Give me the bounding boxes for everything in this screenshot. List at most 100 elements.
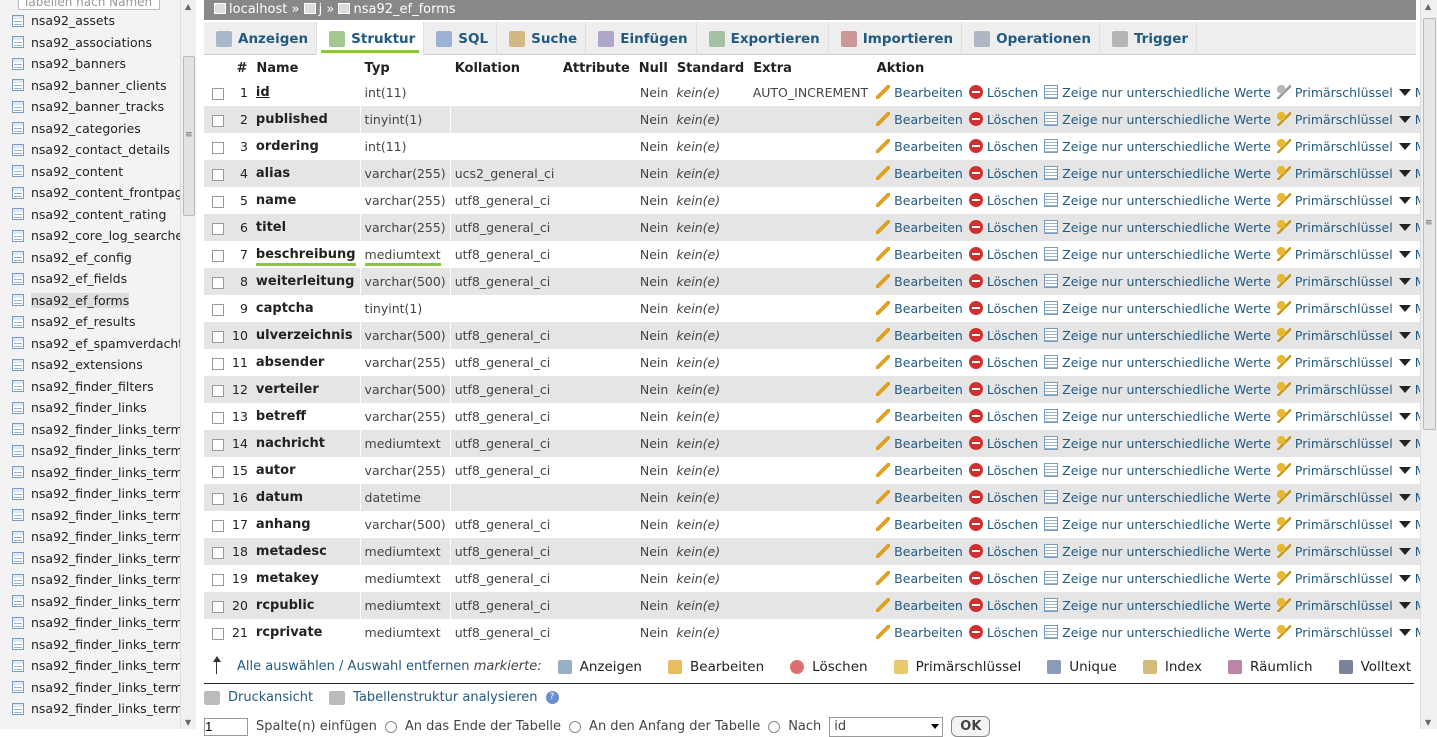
at-end-radio[interactable]	[384, 720, 397, 733]
distinct-link[interactable]: Zeige nur unterschiedliche Werte	[1044, 220, 1271, 235]
distinct-link[interactable]: Zeige nur unterschiedliche Werte	[1044, 436, 1271, 451]
scroll-down-icon[interactable]: ▼	[1425, 718, 1431, 727]
edit-link[interactable]: Bearbeiten	[876, 274, 963, 289]
edit-link[interactable]: Bearbeiten	[876, 166, 963, 181]
table-icon[interactable]	[12, 57, 24, 70]
nav-table-item[interactable]: nsa92_banner_clients	[12, 75, 180, 97]
nav-table-label[interactable]: nsa92_ef_forms	[31, 292, 130, 308]
primary-key-link[interactable]: Primärschlüssel	[1276, 409, 1393, 424]
nav-table-label[interactable]: nsa92_content_frontpage	[31, 185, 180, 200]
tab-sql[interactable]: SQL	[424, 22, 498, 55]
table-icon[interactable]	[12, 186, 24, 199]
table-icon[interactable]	[12, 208, 24, 221]
help-icon[interactable]: ?	[545, 691, 559, 704]
primary-key-link[interactable]: Primärschlüssel	[1276, 382, 1393, 397]
edit-link[interactable]: Bearbeiten	[876, 247, 963, 262]
distinct-link[interactable]: Zeige nur unterschiedliche Werte	[1044, 463, 1271, 478]
nav-table-label[interactable]: nsa92_finder_links_terms7	[31, 572, 180, 587]
edit-link[interactable]: Bearbeiten	[876, 220, 963, 235]
primary-key-link[interactable]: Primärschlüssel	[1276, 112, 1393, 127]
select-all-link[interactable]: Alle auswählen / Auswahl entfernen	[237, 659, 470, 674]
tab-operationen[interactable]: Operationen	[962, 22, 1100, 55]
nav-table-item[interactable]: nsa92_ef_forms	[12, 290, 180, 312]
distinct-link[interactable]: Zeige nur unterschiedliche Werte	[1044, 85, 1271, 100]
table-icon[interactable]	[12, 552, 24, 565]
edit-link[interactable]: Bearbeiten	[876, 85, 963, 100]
row-checkbox[interactable]	[212, 330, 224, 343]
primary-key-link[interactable]: Primärschlüssel	[1276, 274, 1393, 289]
primary-key-link[interactable]: Primärschlüssel	[1276, 436, 1393, 451]
delete-link[interactable]: Löschen	[968, 544, 1038, 559]
table-icon[interactable]	[12, 165, 24, 178]
nav-table-item[interactable]: nsa92_contact_details	[12, 139, 180, 161]
nav-table-item[interactable]: nsa92_ef_spamverdacht	[12, 333, 180, 355]
breadcrumb-database[interactable]: j	[319, 2, 323, 17]
nav-table-label[interactable]: nsa92_contact_details	[31, 142, 170, 157]
delete-link[interactable]: Löschen	[968, 328, 1038, 343]
primary-key-link[interactable]: Primärschlüssel	[1276, 247, 1393, 262]
primary-key-link[interactable]: Primärschlüssel	[1276, 571, 1393, 586]
table-icon[interactable]	[12, 681, 24, 694]
row-checkbox[interactable]	[212, 411, 224, 424]
nav-table-item[interactable]: nsa92_finder_links_terms4	[12, 505, 180, 527]
nav-table-label[interactable]: nsa92_finder_links_terms8	[31, 594, 180, 609]
table-icon[interactable]	[12, 337, 24, 350]
bulk-anzeigen-button[interactable]: Anzeigen	[557, 659, 642, 675]
nav-table-item[interactable]: nsa92_assets	[12, 10, 180, 32]
row-checkbox[interactable]	[212, 141, 224, 154]
row-checkbox[interactable]	[212, 222, 224, 235]
table-icon[interactable]	[12, 401, 24, 414]
nav-table-item[interactable]: nsa92_finder_links_terms8	[12, 591, 180, 613]
delete-link[interactable]: Löschen	[968, 355, 1038, 370]
table-icon[interactable]	[12, 509, 24, 522]
distinct-link[interactable]: Zeige nur unterschiedliche Werte	[1044, 490, 1271, 505]
nav-table-label[interactable]: nsa92_extensions	[31, 357, 143, 372]
nav-table-label[interactable]: nsa92_categories	[31, 121, 141, 136]
table-icon[interactable]	[12, 616, 24, 629]
nav-table-label[interactable]: nsa92_banner_tracks	[31, 99, 164, 114]
row-checkbox[interactable]	[212, 492, 224, 505]
nav-table-label[interactable]: nsa92_associations	[31, 35, 152, 50]
nav-table-label[interactable]: nsa92_ef_fields	[31, 271, 127, 286]
table-icon[interactable]	[12, 358, 24, 371]
edit-link[interactable]: Bearbeiten	[876, 112, 963, 127]
primary-key-link[interactable]: Primärschlüssel	[1276, 544, 1393, 559]
breadcrumb-server[interactable]: localhost	[229, 2, 287, 17]
row-checkbox[interactable]	[212, 627, 224, 640]
delete-link[interactable]: Löschen	[968, 274, 1038, 289]
nav-table-item[interactable]: nsa92_finder_links_termst	[12, 419, 180, 441]
primary-key-link[interactable]: Primärschlüssel	[1276, 166, 1393, 181]
nav-table-label[interactable]: nsa92_ef_spamverdacht	[31, 336, 180, 351]
edit-link[interactable]: Bearbeiten	[876, 490, 963, 505]
edit-link[interactable]: Bearbeiten	[876, 436, 963, 451]
nav-table-label[interactable]: nsa92_content	[31, 164, 123, 179]
bulk-unique-button[interactable]: Unique	[1047, 659, 1117, 675]
tab-importieren[interactable]: Importieren	[829, 22, 963, 55]
nav-table-label[interactable]: nsa92_core_log_searches	[31, 228, 180, 243]
nav-table-item[interactable]: nsa92_finder_links_termsb	[12, 655, 180, 677]
edit-link[interactable]: Bearbeiten	[876, 463, 963, 478]
at-start-radio[interactable]	[569, 720, 582, 733]
bulk-räumlich-button[interactable]: Räumlich	[1228, 659, 1313, 675]
table-icon[interactable]	[12, 79, 24, 92]
row-checkbox[interactable]	[212, 249, 224, 262]
nav-table-label[interactable]: nsa92_finder_links_terms	[31, 443, 180, 458]
distinct-link[interactable]: Zeige nur unterschiedliche Werte	[1044, 598, 1271, 613]
primary-key-link[interactable]: Primärschlüssel	[1276, 463, 1393, 478]
primary-key-link[interactable]: Primärschlüssel	[1276, 355, 1393, 370]
bulk-löschen-button[interactable]: Löschen	[790, 659, 868, 675]
nav-table-label[interactable]: nsa92_finder_links_terms5	[31, 529, 180, 544]
delete-link[interactable]: Löschen	[968, 193, 1038, 208]
nav-table-label[interactable]: nsa92_finder_links_termsa	[31, 637, 180, 652]
main-scrollbar[interactable]: ▲ ≡ ▼	[1420, 0, 1437, 729]
nav-table-item[interactable]: nsa92_core_log_searches	[12, 225, 180, 247]
distinct-link[interactable]: Zeige nur unterschiedliche Werte	[1044, 409, 1271, 424]
table-icon[interactable]	[12, 530, 24, 543]
delete-link[interactable]: Löschen	[968, 625, 1038, 640]
after-column-select[interactable]: id	[829, 716, 944, 737]
delete-link[interactable]: Löschen	[968, 517, 1038, 532]
nav-table-item[interactable]: nsa92_ef_fields	[12, 268, 180, 290]
row-checkbox[interactable]	[212, 546, 224, 559]
row-checkbox[interactable]	[212, 600, 224, 613]
header-collation[interactable]: Kollation	[450, 57, 559, 79]
